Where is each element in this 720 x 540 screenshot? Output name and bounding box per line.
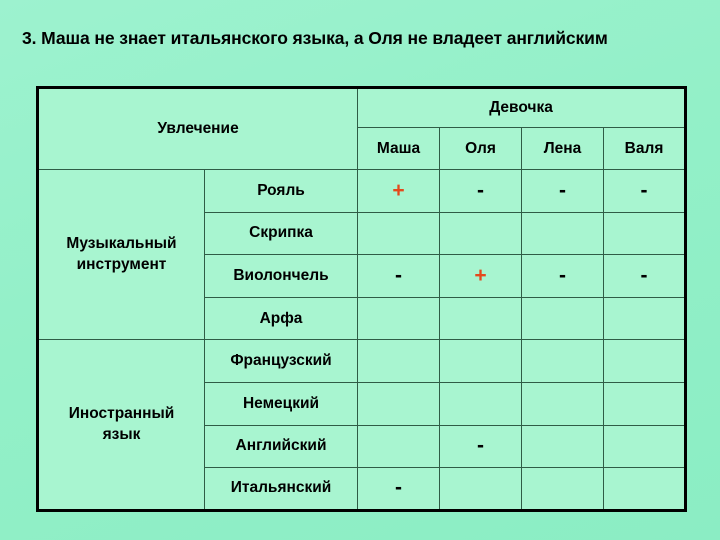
grid-cell[interactable]: [439, 381, 523, 426]
grid-cell[interactable]: -: [521, 254, 605, 298]
grid-cell[interactable]: [439, 467, 523, 511]
grid-cell[interactable]: -: [439, 169, 523, 213]
minus-mark: -: [640, 263, 648, 287]
grid-cell[interactable]: [521, 339, 605, 383]
grid-cell[interactable]: [603, 381, 687, 426]
table-row: Музыкальный инструмент Рояль + - - -: [37, 168, 687, 341]
header-girl-masha: Маша: [357, 127, 441, 170]
plus-mark: +: [474, 263, 487, 287]
row-item-label: Итальянский: [203, 467, 359, 511]
grid-cell[interactable]: [439, 339, 523, 383]
category-label-line1: Музыкальный: [66, 234, 177, 252]
row-item-label: Французский: [203, 339, 359, 383]
header-girl-valya: Валя: [603, 127, 687, 170]
category-label-line2: язык: [102, 425, 141, 443]
grid-cell[interactable]: [439, 211, 523, 256]
grid-cell[interactable]: [603, 296, 687, 341]
grid-cell[interactable]: -: [439, 424, 523, 469]
row-item-label: Рояль: [203, 169, 359, 213]
grid-cell[interactable]: [603, 467, 687, 511]
minus-mark: -: [477, 178, 485, 202]
grid-cell[interactable]: [521, 424, 605, 469]
minus-mark: -: [559, 263, 567, 287]
grid-cell[interactable]: +: [439, 254, 523, 298]
grid-cell[interactable]: [603, 211, 687, 256]
table-head: Увлечение Девочка Маша Оля Лена Валя: [36, 87, 687, 170]
grid-cell[interactable]: [357, 381, 441, 426]
category-label: Музыкальный инструмент: [37, 168, 205, 341]
category-label-line2: инструмент: [76, 255, 167, 273]
grid-cell[interactable]: [439, 296, 523, 341]
grid-cell[interactable]: -: [357, 254, 441, 298]
minus-mark: -: [559, 178, 567, 202]
row-item-label: Арфа: [203, 296, 359, 341]
category-label: Иностранный язык: [37, 339, 205, 511]
row-item-label: Немецкий: [203, 381, 359, 426]
grid-cell[interactable]: [357, 424, 441, 469]
header-girl-olya: Оля: [439, 127, 523, 170]
header-hobby: Увлечение: [36, 87, 359, 170]
row-item-label: Скрипка: [203, 211, 359, 256]
grid-cell[interactable]: [357, 211, 441, 256]
grid-cell[interactable]: [521, 211, 605, 256]
grid-cell[interactable]: [521, 467, 605, 511]
grid-cell[interactable]: [603, 339, 687, 383]
row-item-label: Виолончель: [203, 254, 359, 298]
grid-cell[interactable]: [521, 296, 605, 341]
grid-cell[interactable]: +: [357, 169, 441, 213]
grid-cell[interactable]: -: [603, 169, 687, 213]
minus-mark: -: [395, 476, 403, 500]
grid-cell[interactable]: [357, 339, 441, 383]
minus-mark: -: [640, 178, 648, 202]
plus-mark: +: [392, 178, 405, 202]
table-row: Иностранный язык Французский: [37, 339, 687, 511]
grid-cell[interactable]: -: [357, 467, 441, 511]
row-item-label: Английский: [203, 424, 359, 469]
header-girl-lena: Лена: [521, 127, 605, 170]
minus-mark: -: [395, 263, 403, 287]
category-label-line1: Иностранный: [68, 404, 175, 422]
table-body: Музыкальный инструмент Рояль + - - - Скрипка Вио…: [37, 168, 687, 511]
grid-cell[interactable]: -: [521, 169, 605, 213]
minus-mark: -: [477, 434, 485, 458]
grid-cell[interactable]: -: [603, 254, 687, 298]
logic-puzzle-table: Увлечение Девочка Маша Оля Лена Валя Муз…: [36, 86, 688, 512]
grid-cell[interactable]: [521, 381, 605, 426]
page-title: 3. Маша не знает итальянского языка, а О…: [22, 28, 608, 48]
page-root: 3. Маша не знает итальянского языка, а О…: [0, 0, 720, 540]
grid-cell[interactable]: [357, 296, 441, 341]
grid-cell[interactable]: [603, 424, 687, 469]
header-row-top: Увлечение Девочка: [36, 87, 687, 170]
header-girl-group: Девочка: [357, 87, 687, 128]
